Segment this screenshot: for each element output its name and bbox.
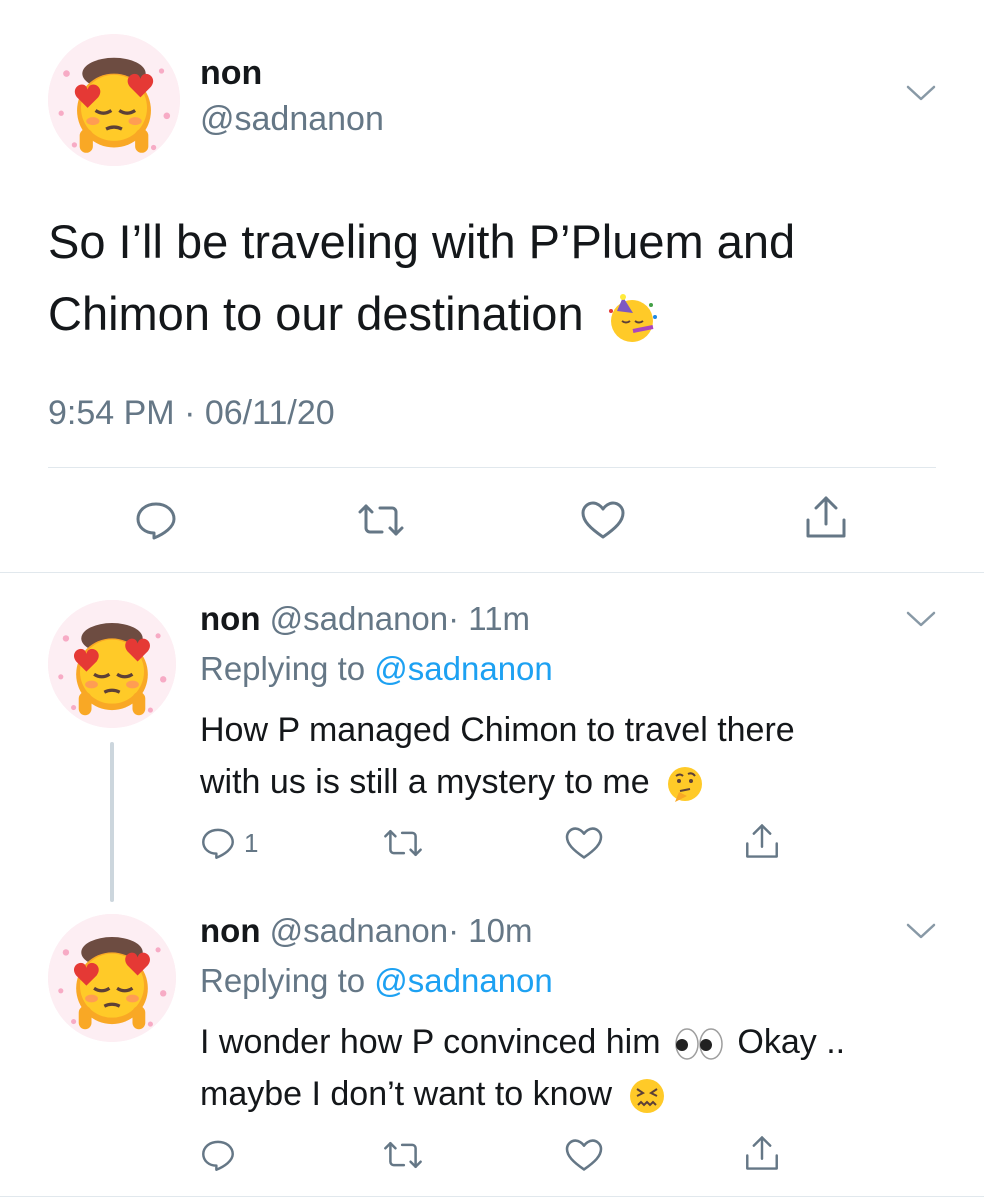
reply-icon[interactable]	[200, 826, 236, 860]
partying-face-icon	[605, 291, 659, 345]
reply-icon[interactable]	[200, 1138, 236, 1172]
eyes-icon	[674, 1027, 724, 1061]
author-handle[interactable]: @sadnanon	[270, 600, 448, 637]
reply-text-segment: maybe I don’t want to know	[200, 1075, 613, 1113]
author-handle[interactable]: @sadnanon	[200, 100, 384, 139]
reply-header: non @sadnanon· 11m	[200, 600, 530, 638]
author-name[interactable]: non	[200, 54, 262, 93]
reply-text-line: with us is still a mystery to me	[200, 756, 795, 808]
author-name[interactable]: non	[200, 600, 260, 637]
share-icon[interactable]	[744, 1134, 780, 1172]
tweet-text-line: Chimon to our destination	[48, 278, 948, 350]
reply-text-line: How P managed Chimon to travel there	[200, 711, 795, 749]
reply-text: I wonder how P convinced him Okay .. may…	[200, 1016, 845, 1120]
reply-text-line: maybe I don’t want to know	[200, 1068, 845, 1120]
retweet-icon[interactable]	[356, 500, 406, 540]
replying-to-label: Replying to	[200, 650, 366, 687]
reply-text-segment: with us is still a mystery to me	[200, 763, 650, 801]
avatar[interactable]	[48, 34, 180, 166]
replying-to-label: Replying to	[200, 962, 366, 999]
reply-time[interactable]: · 11m	[448, 600, 530, 637]
avatar[interactable]	[48, 600, 176, 728]
replying-to: Replying to @sadnanon	[200, 962, 553, 1000]
reply-text-segment: Okay ..	[737, 1023, 846, 1061]
reply-text-segment: I wonder how P convinced him	[200, 1023, 661, 1061]
divider	[48, 467, 936, 468]
divider	[0, 572, 984, 573]
like-icon[interactable]	[580, 500, 626, 540]
chevron-down-icon[interactable]	[906, 610, 936, 628]
chevron-down-icon[interactable]	[906, 922, 936, 940]
replying-to: Replying to @sadnanon	[200, 650, 553, 688]
reply-header: non @sadnanon· 10m	[200, 912, 533, 950]
tweet-text: So I’ll be traveling with P’Pluem and Ch…	[48, 206, 948, 350]
retweet-icon[interactable]	[382, 826, 424, 860]
author-handle[interactable]: @sadnanon	[270, 912, 448, 949]
tweet-text-segment: Chimon to our destination	[48, 287, 584, 340]
confounded-face-icon	[627, 1076, 667, 1116]
reply-count: 1	[244, 828, 259, 858]
reply-text-line: I wonder how P convinced him Okay ..	[200, 1016, 845, 1068]
reply-icon[interactable]	[134, 500, 178, 540]
author-name[interactable]: non	[200, 912, 260, 949]
tweet-timestamp[interactable]: 9:54 PM · 06/11/20	[48, 394, 335, 433]
divider	[0, 1196, 984, 1197]
share-icon[interactable]	[804, 494, 848, 540]
replying-to-link[interactable]: @sadnanon	[374, 962, 552, 999]
avatar[interactable]	[48, 914, 176, 1042]
retweet-icon[interactable]	[382, 1138, 424, 1172]
replying-to-link[interactable]: @sadnanon	[374, 650, 552, 687]
tweet-text-line: So I’ll be traveling with P’Pluem and	[48, 215, 796, 268]
share-icon[interactable]	[744, 822, 780, 860]
reply-time[interactable]: · 10m	[448, 912, 532, 949]
thinking-face-icon	[665, 764, 705, 804]
chevron-down-icon[interactable]	[906, 84, 936, 102]
thread-line	[110, 742, 114, 902]
reply-text: How P managed Chimon to travel there wit…	[200, 704, 795, 808]
like-icon[interactable]	[564, 1138, 604, 1172]
like-icon[interactable]	[564, 826, 604, 860]
